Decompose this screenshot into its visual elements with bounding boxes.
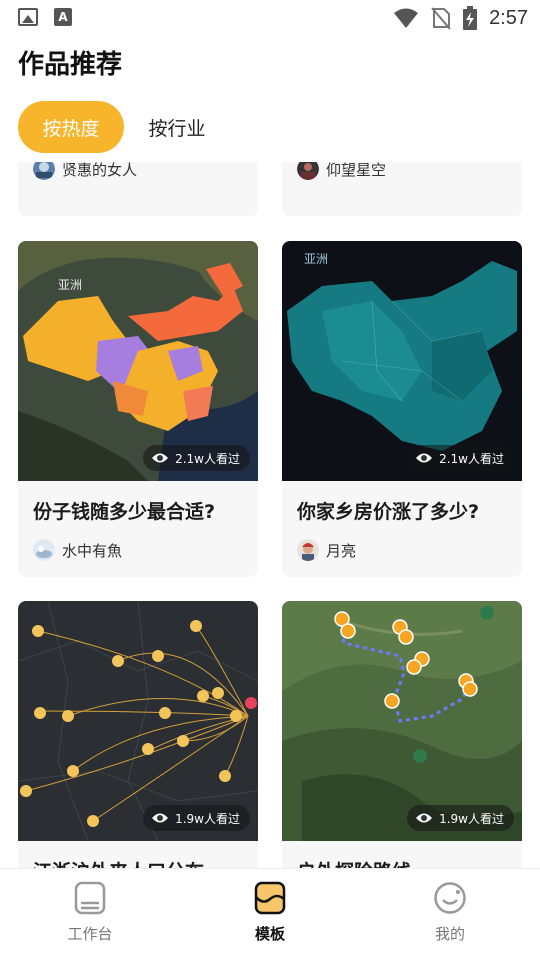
card-author: 贤惠的女人 [33, 162, 137, 180]
image-icon [18, 8, 38, 26]
a-icon: A [54, 8, 72, 26]
tab-by-popularity[interactable]: 按热度 [18, 101, 124, 153]
workbench-icon [74, 881, 106, 915]
eye-icon [416, 453, 433, 463]
profile-icon [434, 882, 466, 914]
avatar [297, 539, 319, 561]
works-feed[interactable]: 贤惠的女人 仰望星空 亚洲 2.1w人看过 份子钱随多少最合适? 水中有魚 亚洲… [0, 162, 540, 868]
map-region-label: 亚洲 [304, 252, 328, 266]
work-card[interactable]: 亚洲 2.1w人看过 份子钱随多少最合适? 水中有魚 [18, 241, 258, 577]
work-card[interactable]: 亚洲 2.1w人看过 你家乡房价涨了多少? 月亮 [282, 241, 522, 577]
bottom-nav: 工作台 模板 我的 [0, 868, 540, 960]
view-count-badge: 1.9w人看过 [143, 805, 250, 831]
card-partial-right[interactable]: 仰望星空 [282, 162, 522, 216]
card-partial-left[interactable]: 贤惠的女人 [18, 162, 258, 216]
page-title: 作品推荐 [18, 50, 123, 80]
template-icon [254, 881, 286, 915]
card-title: 江浙沪外来人口分布 [18, 841, 258, 868]
nav-profile[interactable]: 我的 [360, 869, 540, 960]
eye-icon [152, 453, 169, 463]
nav-template[interactable]: 模板 [180, 869, 360, 960]
view-count-badge: 2.1w人看过 [143, 445, 250, 471]
eye-icon [152, 813, 169, 823]
card-title: 份子钱随多少最合适? [33, 501, 216, 523]
card-author: 水中有魚 [33, 539, 122, 561]
tab-by-industry[interactable]: 按行业 [124, 101, 230, 153]
avatar [33, 539, 55, 561]
map-region-label: 亚洲 [58, 278, 82, 292]
work-card[interactable]: 1.9w人看过 户外探险路线 [282, 601, 522, 868]
work-card[interactable]: 1.9w人看过 江浙沪外来人口分布 [18, 601, 258, 868]
status-bar: A 2:57 [0, 0, 540, 36]
view-count-badge: 1.9w人看过 [407, 805, 514, 831]
card-title: 你家乡房价涨了多少? [297, 501, 480, 523]
card-title: 户外探险路线 [282, 841, 522, 868]
view-count-badge: 2.1w人看过 [407, 445, 514, 471]
sort-tabs: 按热度 按行业 [18, 101, 230, 153]
battery-charging-icon [463, 6, 478, 30]
map-thumbnail: 1.9w人看过 [282, 601, 522, 841]
nav-workbench[interactable]: 工作台 [0, 869, 180, 960]
card-author: 仰望星空 [297, 162, 386, 180]
map-thumbnail: 亚洲 2.1w人看过 [18, 241, 258, 481]
card-author: 月亮 [297, 539, 356, 561]
wifi-icon [394, 8, 419, 28]
map-thumbnail: 亚洲 2.1w人看过 [282, 241, 522, 481]
eye-icon [416, 813, 433, 823]
clock: 2:57 [489, 6, 528, 29]
no-sim-icon [431, 7, 451, 30]
map-thumbnail: 1.9w人看过 [18, 601, 258, 841]
avatar [297, 162, 319, 180]
avatar [33, 162, 55, 180]
